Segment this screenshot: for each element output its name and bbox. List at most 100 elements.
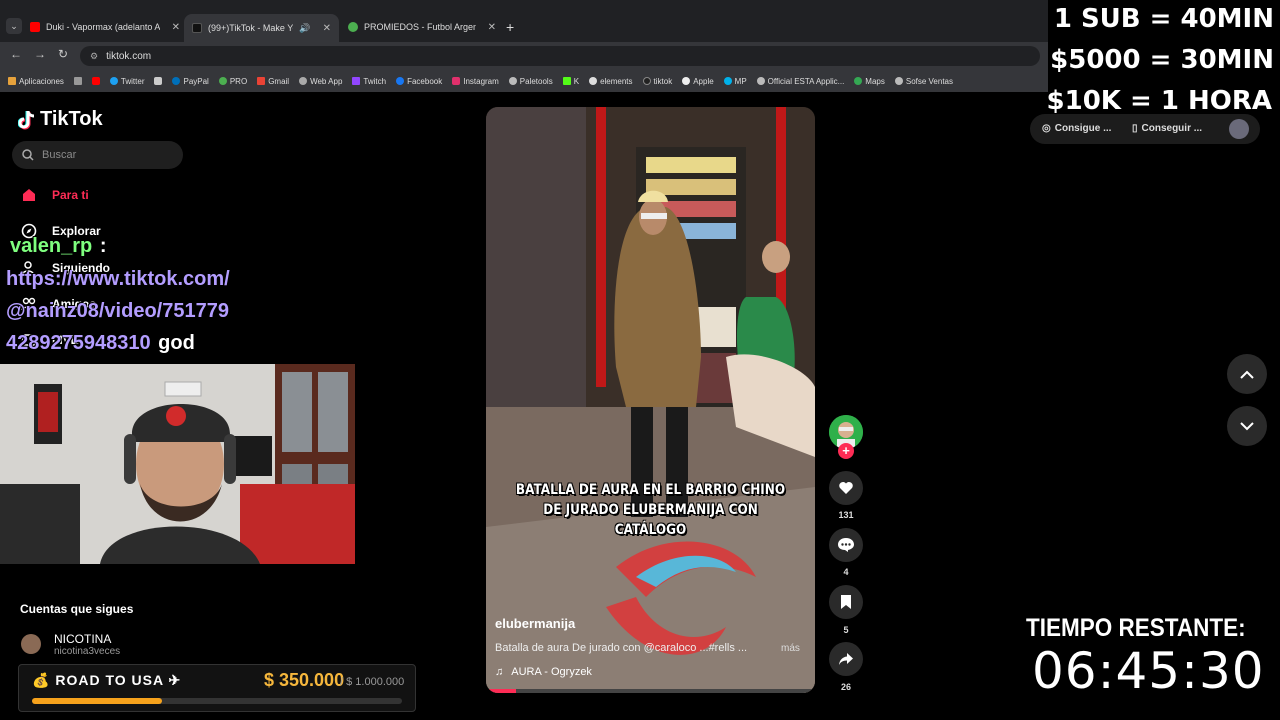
goal-target-amount: / $ 1.000.000 [340, 676, 405, 688]
bookmark-youtube[interactable] [91, 77, 100, 85]
whatsapp-icon [299, 77, 308, 85]
gmail-icon [257, 77, 266, 85]
browser-tab-tiktok[interactable]: (99+)TikTok - Make Your Da 🔊 ✕ [184, 14, 339, 42]
nav-para-ti[interactable]: Para ti [20, 186, 89, 204]
close-tab-icon[interactable]: ✕ [172, 22, 180, 33]
site-info-icon[interactable]: ⚙ [90, 51, 98, 62]
money-bag-icon: 💰 [32, 672, 51, 688]
chat-message: valen_rp : [10, 235, 107, 257]
avatar[interactable] [1229, 119, 1249, 139]
more-button[interactable]: más [781, 643, 800, 654]
twitch-icon [352, 77, 361, 85]
save-button[interactable] [829, 585, 863, 619]
bookmark-facebook[interactable]: Facebook [396, 77, 442, 86]
bookmark-twitter[interactable]: Twitter [109, 77, 144, 86]
elements-icon [589, 77, 598, 85]
bookmark-twitch[interactable]: Twitch [352, 77, 386, 86]
back-icon[interactable]: ← [10, 47, 22, 61]
tiktok-icon [192, 23, 202, 33]
tiktok-icon [642, 77, 651, 85]
video-player[interactable] [486, 107, 815, 693]
get-coins-button[interactable]: ◎ Consigue ... [1042, 123, 1111, 134]
bookmark-k[interactable]: K [562, 77, 579, 86]
reload-icon[interactable]: ↻ [58, 47, 68, 61]
url-field[interactable]: ⚙ tiktok.com [80, 46, 1040, 66]
like-button[interactable] [829, 471, 863, 505]
tiktok-logo[interactable]: TikTok [18, 108, 103, 131]
camera-icon [154, 77, 163, 85]
bookmark-elements[interactable]: elements [589, 77, 633, 86]
bookmark-gmail[interactable]: Gmail [257, 77, 289, 86]
goal-current-amount: $ 350.000 [264, 670, 345, 690]
chat-username: valen_rp [10, 235, 93, 257]
coin-icon: ◎ [1042, 123, 1051, 134]
bookmark-pro[interactable]: PRO [218, 77, 247, 86]
bookmark-sofse[interactable]: Sofse Ventas [894, 77, 953, 86]
airplane-icon: ✈ [168, 672, 182, 688]
following-account-name[interactable]: NICOTINA [54, 632, 111, 646]
next-video-button[interactable] [1227, 406, 1267, 446]
promo-line-5000: $5000 = 30MIN [1050, 45, 1274, 75]
close-tab-icon[interactable]: ✕ [488, 22, 496, 33]
promiedos-icon [348, 22, 358, 32]
follow-plus-button[interactable]: + [838, 443, 854, 459]
bookmark-grid[interactable] [73, 77, 82, 85]
tiktok-note-icon [18, 110, 35, 129]
youtube-icon [30, 22, 40, 32]
forward-icon[interactable]: → [34, 47, 46, 61]
globe-icon [894, 77, 903, 85]
save-count: 5 [843, 625, 849, 635]
pro-icon [218, 77, 227, 85]
bookmark-tiktok[interactable]: tiktok [642, 77, 672, 86]
bookmark-mp[interactable]: MP [723, 77, 747, 86]
following-account-handle[interactable]: nicotina3veces [54, 646, 120, 657]
home-icon [20, 186, 38, 204]
new-tab-button[interactable]: + [506, 16, 514, 38]
music-note-icon: ♫ [495, 666, 504, 678]
video-music[interactable]: ♫ AURA - Ogryzek [495, 666, 592, 678]
goal-progress-fill [32, 698, 162, 704]
comment-icon [838, 538, 854, 552]
promo-line-sub: 1 SUB = 40MIN [1053, 4, 1274, 34]
bookmark-apps[interactable]: Aplicaciones [8, 77, 64, 86]
bookmark-apple[interactable]: Apple [682, 77, 714, 86]
facebook-icon [396, 77, 405, 85]
bookmark-maps[interactable]: Maps [854, 77, 885, 86]
browser-tab-duki[interactable]: Duki - Vapormax (adelanto ATM ✕ [30, 16, 180, 38]
globe-icon [756, 77, 765, 85]
mercadopago-icon [723, 77, 732, 85]
following-section-title: Cuentas que sigues [20, 602, 134, 616]
bookmark-icon [841, 595, 851, 609]
bookmark-webapp[interactable]: Web App [299, 77, 342, 86]
video-description: Batalla de aura De jurado con @caraloco … [495, 642, 748, 654]
share-button[interactable] [829, 642, 863, 676]
bookmark-instagram[interactable]: Instagram [452, 77, 499, 86]
close-tab-icon[interactable]: ✕ [323, 23, 331, 34]
chevron-up-icon [1240, 370, 1254, 379]
chat-link-line-1: https://www.tiktok.com/ [6, 268, 230, 290]
chevron-down-icon [1240, 421, 1254, 430]
bookmarks-bar: Aplicaciones Twitter PayPal PRO Gmail We… [0, 70, 1050, 92]
heart-icon [839, 482, 853, 494]
bookmark-paletools[interactable]: Paletools [508, 77, 553, 86]
comment-button[interactable] [829, 528, 863, 562]
get-app-button[interactable]: ▯ Conseguir ... [1132, 123, 1202, 134]
bookmark-esta[interactable]: Official ESTA Applic... [756, 77, 844, 86]
browser-tab-promiedos[interactable]: PROMIEDOS - Futbol Argentina ✕ [348, 16, 496, 38]
avatar[interactable] [21, 634, 41, 654]
paletools-icon [508, 77, 517, 85]
paypal-icon [172, 77, 181, 85]
video-author[interactable]: elubermanija [495, 616, 575, 631]
like-count: 131 [838, 510, 854, 520]
chat-link-line-2: @nainz08/video/751779 [6, 300, 229, 322]
previous-video-button[interactable] [1227, 354, 1267, 394]
tab-search-button[interactable]: ⌄ [6, 18, 22, 34]
bookmark-instagram-alt[interactable] [154, 77, 163, 85]
apps-grid-icon [8, 77, 16, 85]
bookmark-paypal[interactable]: PayPal [172, 77, 209, 86]
chat-link-line-3: 4289275948310 god [6, 332, 195, 354]
apple-icon [682, 77, 691, 85]
video-caption-overlay: BATALLA DE AURA EN EL BARRIO CHINO DE JU… [515, 482, 786, 538]
youtube-icon [91, 77, 100, 85]
search-input[interactable]: Buscar [12, 141, 183, 169]
